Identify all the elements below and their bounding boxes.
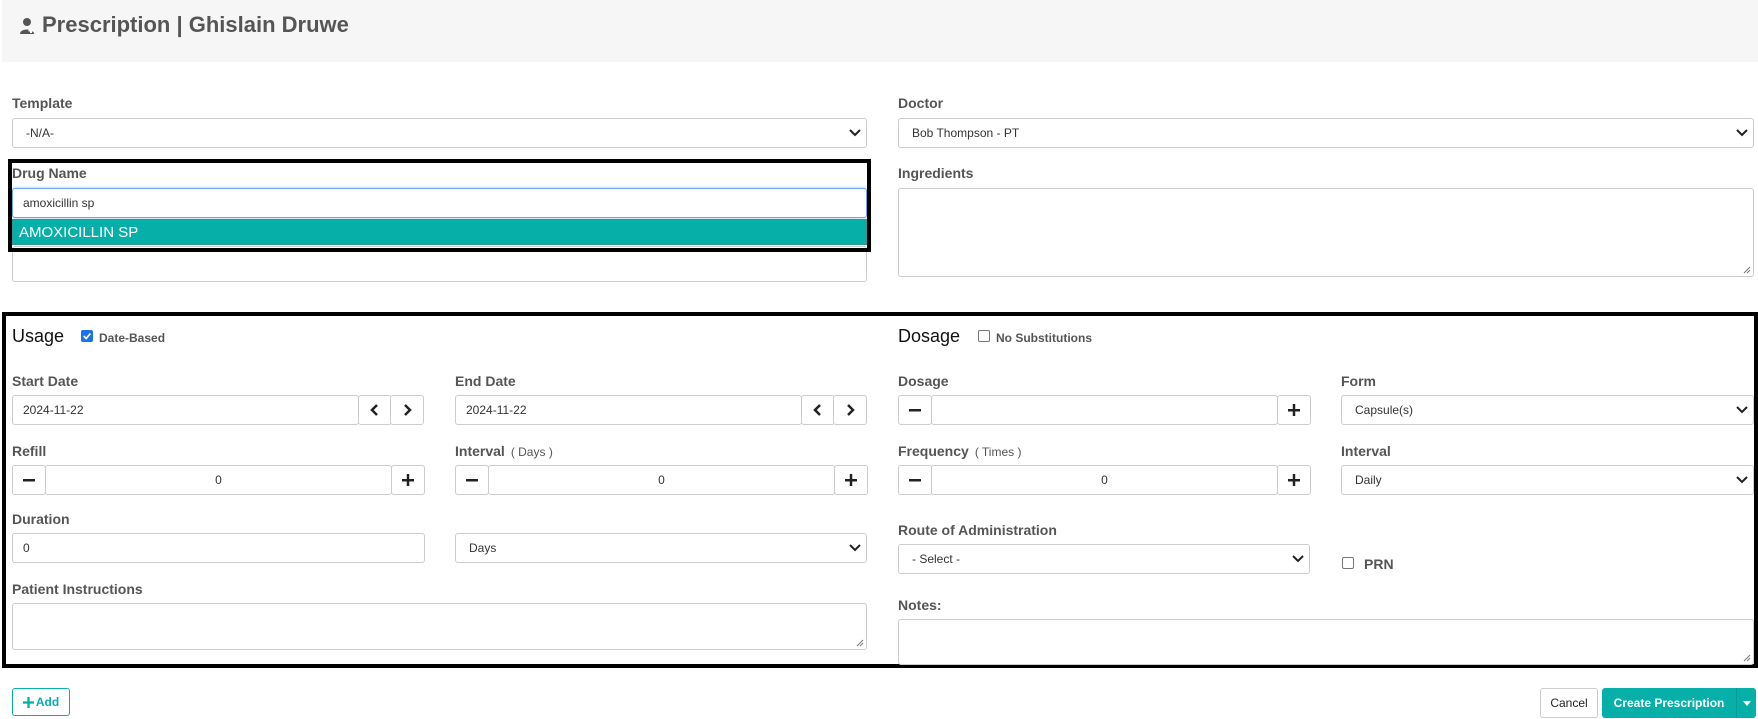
usage-interval-unit: ( Days ) — [510, 445, 553, 459]
chevron-down-icon — [1736, 406, 1748, 414]
duration-label: Duration — [12, 511, 70, 527]
chevron-down-icon — [1292, 555, 1304, 563]
create-options-dropdown-button[interactable] — [1736, 688, 1756, 718]
start-date-input[interactable]: 2024-11-22 — [12, 395, 359, 425]
refill-increment-button[interactable] — [391, 465, 425, 495]
route-value: - Select - — [912, 552, 961, 566]
dosage-interval-label: Interval — [1341, 443, 1391, 459]
ingredients-label: Ingredients — [898, 165, 974, 181]
dosage-label: Dosage — [898, 373, 949, 389]
chevron-down-icon — [1736, 129, 1748, 137]
drug-details-field[interactable] — [12, 246, 867, 282]
frequency-label-text: Frequency — [898, 443, 969, 459]
form-select[interactable]: Capsule(s) — [1341, 395, 1754, 425]
drug-suggestion-item[interactable]: AMOXICILLIN SP — [12, 219, 867, 245]
chevron-left-icon — [370, 404, 378, 416]
duration-unit-value: Days — [469, 541, 497, 555]
usage-interval-label-text: Interval — [455, 443, 505, 459]
dosage-input[interactable] — [931, 395, 1278, 425]
usage-interval-label: Interval ( Days ) — [455, 443, 553, 459]
frequency-decrement-button[interactable] — [898, 465, 932, 495]
minus-icon — [466, 479, 478, 482]
route-select[interactable]: - Select - — [898, 544, 1310, 574]
chevron-left-icon — [813, 404, 821, 416]
doctor-label: Doctor — [898, 95, 944, 111]
ingredients-textarea[interactable] — [898, 188, 1754, 277]
doctor-value: Bob Thompson - PT — [912, 126, 1020, 140]
page-header: Prescription | Ghislain Druwe — [2, 0, 1758, 62]
plus-icon — [1288, 404, 1300, 416]
resize-grip-icon — [856, 639, 864, 647]
frequency-label: Frequency ( Times ) — [898, 443, 1021, 459]
template-label: Template — [12, 95, 73, 111]
resize-grip-icon — [1743, 266, 1751, 274]
add-button-label: Add — [35, 695, 60, 709]
dosage-interval-select[interactable]: Daily — [1341, 465, 1754, 495]
form-label: Form — [1341, 373, 1376, 389]
start-date-prev-button[interactable] — [358, 395, 392, 425]
patient-instructions-label: Patient Instructions — [12, 581, 143, 597]
frequency-increment-button[interactable] — [1277, 465, 1311, 495]
dosage-interval-value: Daily — [1355, 473, 1382, 487]
chevron-right-icon — [847, 404, 855, 416]
create-prescription-button[interactable]: Create Prescription — [1602, 688, 1736, 718]
minus-icon — [909, 479, 921, 482]
refill-decrement-button[interactable] — [12, 465, 46, 495]
dosage-increment-button[interactable] — [1277, 395, 1311, 425]
resize-grip-icon — [1743, 654, 1751, 662]
drug-name-input[interactable]: amoxicillin sp — [12, 188, 867, 218]
usage-interval-input[interactable]: 0 — [488, 465, 835, 495]
duration-input[interactable]: 0 — [12, 533, 425, 563]
dosage-decrement-button[interactable] — [898, 395, 932, 425]
plus-icon — [1288, 474, 1300, 486]
template-value: -N/A- — [26, 126, 54, 140]
caret-down-icon — [1742, 700, 1751, 706]
date-based-checkbox[interactable] — [81, 330, 93, 342]
patient-instructions-textarea[interactable] — [12, 603, 867, 650]
form-value: Capsule(s) — [1355, 403, 1414, 417]
duration-unit-select[interactable]: Days — [455, 533, 867, 563]
template-select[interactable]: -N/A- — [12, 118, 867, 148]
refill-input[interactable]: 0 — [45, 465, 392, 495]
chevron-right-icon — [404, 404, 412, 416]
dosage-title: Dosage — [898, 326, 961, 346]
start-date-label: Start Date — [12, 373, 79, 389]
no-substitutions-checkbox[interactable] — [978, 330, 990, 342]
add-button[interactable]: Add — [12, 688, 70, 716]
refill-label: Refill — [12, 443, 47, 459]
chevron-down-icon — [849, 129, 861, 137]
plus-icon — [402, 474, 414, 486]
user-doctor-icon — [20, 18, 34, 34]
end-date-label: End Date — [455, 373, 516, 389]
drug-name-label: Drug Name — [12, 165, 87, 181]
cancel-button[interactable]: Cancel — [1540, 688, 1598, 718]
frequency-input[interactable]: 0 — [931, 465, 1278, 495]
end-date-next-button[interactable] — [833, 395, 867, 425]
prn-label: PRN — [1364, 556, 1394, 572]
chevron-down-icon — [1736, 476, 1748, 484]
plus-icon — [22, 696, 34, 708]
notes-label: Notes: — [898, 597, 942, 613]
minus-icon — [23, 479, 35, 482]
frequency-unit: ( Times ) — [974, 445, 1022, 459]
minus-icon — [909, 409, 921, 412]
doctor-select[interactable]: Bob Thompson - PT — [898, 118, 1754, 148]
usage-interval-decrement-button[interactable] — [455, 465, 489, 495]
chevron-down-icon — [849, 544, 861, 552]
date-based-label: Date-Based — [99, 331, 166, 345]
no-substitutions-label: No Substitutions — [996, 331, 1092, 345]
plus-icon — [845, 474, 857, 486]
end-date-input[interactable]: 2024-11-22 — [455, 395, 802, 425]
usage-title: Usage — [12, 326, 65, 346]
route-label: Route of Administration — [898, 522, 1057, 538]
end-date-prev-button[interactable] — [801, 395, 835, 425]
check-icon — [83, 332, 91, 340]
usage-interval-increment-button[interactable] — [834, 465, 868, 495]
start-date-next-button[interactable] — [390, 395, 424, 425]
page-title: Prescription | Ghislain Druwe — [42, 12, 349, 37]
notes-textarea[interactable] — [898, 619, 1754, 665]
prn-checkbox[interactable] — [1342, 557, 1354, 569]
